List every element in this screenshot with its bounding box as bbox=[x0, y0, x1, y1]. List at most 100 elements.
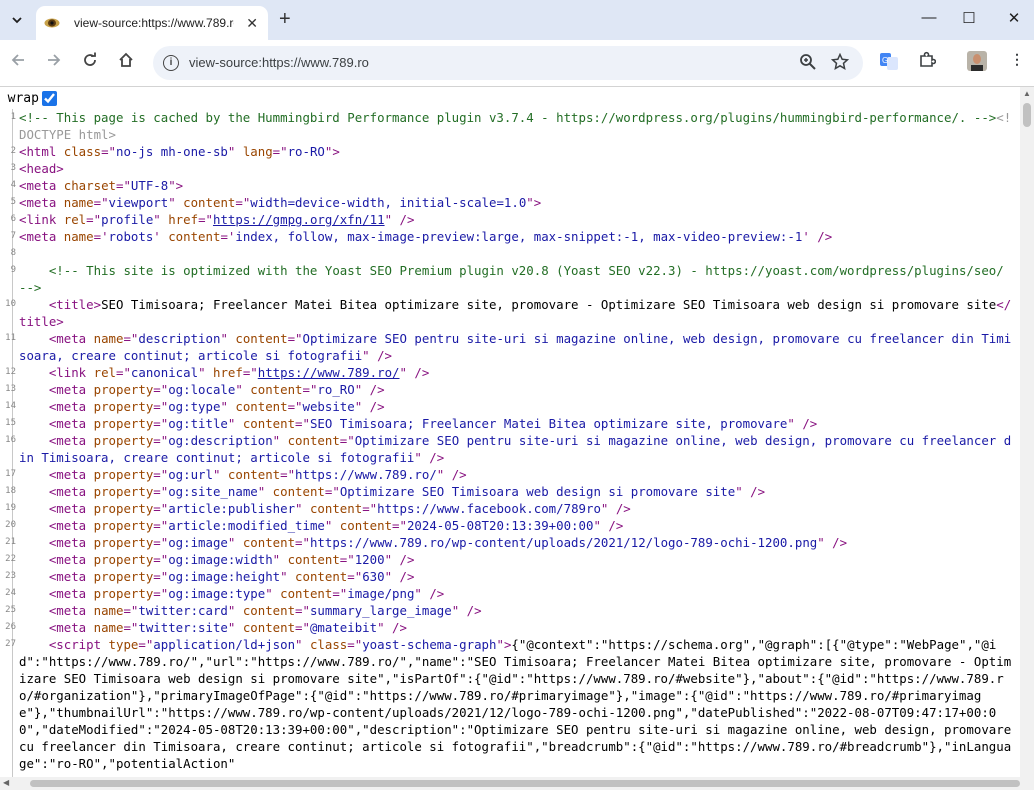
source-token: og:title bbox=[168, 416, 228, 431]
source-line: 26 <meta name="twitter:site" content="@m… bbox=[5, 619, 1017, 636]
source-token bbox=[19, 586, 49, 601]
source-token: =" bbox=[339, 552, 355, 567]
source-token: =" bbox=[115, 178, 131, 193]
source-token: Optimizare SEO Timisoara web design si p… bbox=[339, 484, 736, 499]
source-token: rel bbox=[63, 212, 87, 227]
source-token: content bbox=[242, 416, 296, 431]
source-token: <meta bbox=[48, 535, 94, 550]
source-token: " bbox=[153, 212, 169, 227]
source-token: <html bbox=[19, 144, 64, 159]
source-token: =" bbox=[101, 144, 116, 159]
source-token: image/png bbox=[347, 586, 415, 601]
source-token: <meta bbox=[48, 603, 94, 618]
scroll-up-arrow-icon[interactable]: ▲ bbox=[1023, 89, 1031, 98]
horizontal-scroll-thumb[interactable] bbox=[30, 780, 1020, 787]
line-wrap-checkbox[interactable] bbox=[41, 90, 57, 106]
source-token: <meta bbox=[48, 586, 94, 601]
source-token: <meta bbox=[48, 331, 94, 346]
source-token: content bbox=[183, 195, 236, 210]
source-token: <meta bbox=[19, 178, 64, 193]
source-token: " /> bbox=[787, 416, 818, 431]
info-icon[interactable]: i bbox=[163, 55, 179, 71]
source-token: " /> bbox=[451, 603, 482, 618]
source-token: =" bbox=[287, 399, 303, 414]
vertical-scroll-thumb[interactable] bbox=[1023, 103, 1031, 127]
avatar[interactable] bbox=[966, 51, 988, 73]
source-view: e wrap 1<!-- This page is cached by the … bbox=[0, 87, 1020, 777]
forward-arrow-icon[interactable] bbox=[43, 52, 65, 74]
line-number: 25 bbox=[5, 605, 16, 615]
source-token: =" bbox=[86, 212, 102, 227]
source-token: "> bbox=[526, 195, 542, 210]
source-token: =" bbox=[272, 144, 288, 159]
source-token: " bbox=[227, 144, 243, 159]
line-number: 1 bbox=[10, 112, 16, 122]
home-icon[interactable] bbox=[115, 52, 137, 74]
source-token: 630 bbox=[362, 569, 385, 584]
source-token: type bbox=[108, 637, 139, 652]
line-number: 18 bbox=[5, 486, 16, 496]
source-token: index, follow, max-image-preview:large, … bbox=[235, 229, 803, 244]
source-token: =" bbox=[153, 586, 169, 601]
line-number: 3 bbox=[10, 163, 16, 173]
source-line: 1 <!-- This page is cached by the Humming… bbox=[11, 109, 1017, 143]
puzzle-icon[interactable] bbox=[916, 51, 938, 73]
source-token: " bbox=[198, 365, 213, 380]
source-token: " bbox=[295, 637, 310, 652]
source-token: UTF-8 bbox=[130, 178, 169, 193]
source-line: 16 <meta property="og:description" conte… bbox=[5, 432, 1017, 466]
source-token: SEO Timisoara; Freelancer Matei Bitea op… bbox=[101, 297, 997, 312]
source-token: " bbox=[227, 535, 243, 550]
browser-toolbar: i view-source:https://www.789.ro G ⋮ bbox=[0, 40, 1034, 87]
source-token: " bbox=[324, 518, 340, 533]
source-line: 6 <link rel="profile" href="https://gmpg.… bbox=[11, 211, 1017, 228]
source-token: " bbox=[220, 331, 236, 346]
source-line: 19 <meta property="article:publisher" co… bbox=[5, 500, 1017, 517]
source-token: content bbox=[242, 603, 296, 618]
reload-icon[interactable] bbox=[79, 52, 101, 74]
tab-search-button[interactable] bbox=[4, 7, 30, 33]
source-line: 17 <meta property="og:url" content="http… bbox=[5, 466, 1017, 483]
source-token: =" bbox=[93, 195, 109, 210]
source-token: " bbox=[168, 195, 184, 210]
source-line: 11 <meta name="description" content="Opt… bbox=[5, 330, 1017, 364]
source-token: og:image:width bbox=[168, 552, 273, 567]
source-token: =' bbox=[93, 229, 109, 244]
source-token bbox=[19, 297, 49, 312]
source-token: =" bbox=[295, 603, 310, 618]
source-link[interactable]: https://www.789.ro/ bbox=[258, 365, 400, 380]
source-token bbox=[19, 569, 49, 584]
address-bar[interactable]: i view-source:https://www.789.ro bbox=[153, 46, 863, 80]
source-line: 7 <meta name='robots' content='index, fol… bbox=[11, 228, 1017, 245]
line-number: 20 bbox=[5, 520, 16, 530]
vertical-scrollbar[interactable]: ▲ bbox=[1020, 87, 1034, 777]
back-arrow-icon[interactable] bbox=[7, 52, 29, 74]
address-url[interactable]: view-source:https://www.789.ro bbox=[189, 55, 369, 70]
source-token: =" bbox=[287, 331, 303, 346]
source-token: " bbox=[265, 586, 281, 601]
source-token: <meta bbox=[48, 433, 94, 448]
source-token: <meta bbox=[48, 382, 94, 397]
active-tab[interactable]: view-source:https://www.789.ro ✕ bbox=[36, 6, 268, 40]
source-token: ro_RO bbox=[317, 382, 355, 397]
source-token bbox=[19, 484, 49, 499]
source-token: charset bbox=[63, 178, 116, 193]
plus-icon[interactable]: + bbox=[279, 9, 291, 29]
window-close-icon[interactable]: ✕ bbox=[1002, 9, 1026, 31]
source-token: content bbox=[168, 229, 221, 244]
source-link[interactable]: https://gmpg.org/xfn/11 bbox=[213, 212, 385, 227]
scroll-left-arrow-icon[interactable]: ◀ bbox=[3, 778, 9, 787]
minimize-icon[interactable]: — bbox=[917, 9, 941, 31]
zoom-icon[interactable] bbox=[799, 53, 817, 76]
close-icon[interactable]: ✕ bbox=[246, 15, 258, 32]
horizontal-scrollbar[interactable]: ◀ bbox=[0, 777, 1020, 790]
translate-icon[interactable]: G bbox=[878, 51, 900, 73]
source-token: <meta bbox=[48, 518, 94, 533]
source-token bbox=[19, 416, 49, 431]
source-token: " /> bbox=[354, 382, 385, 397]
source-token: viewport bbox=[108, 195, 169, 210]
star-icon[interactable] bbox=[830, 52, 850, 76]
source-token: =" bbox=[280, 467, 296, 482]
menu-kebab-icon[interactable]: ⋮ bbox=[1006, 51, 1028, 73]
maximize-icon[interactable]: ☐ bbox=[957, 9, 981, 31]
